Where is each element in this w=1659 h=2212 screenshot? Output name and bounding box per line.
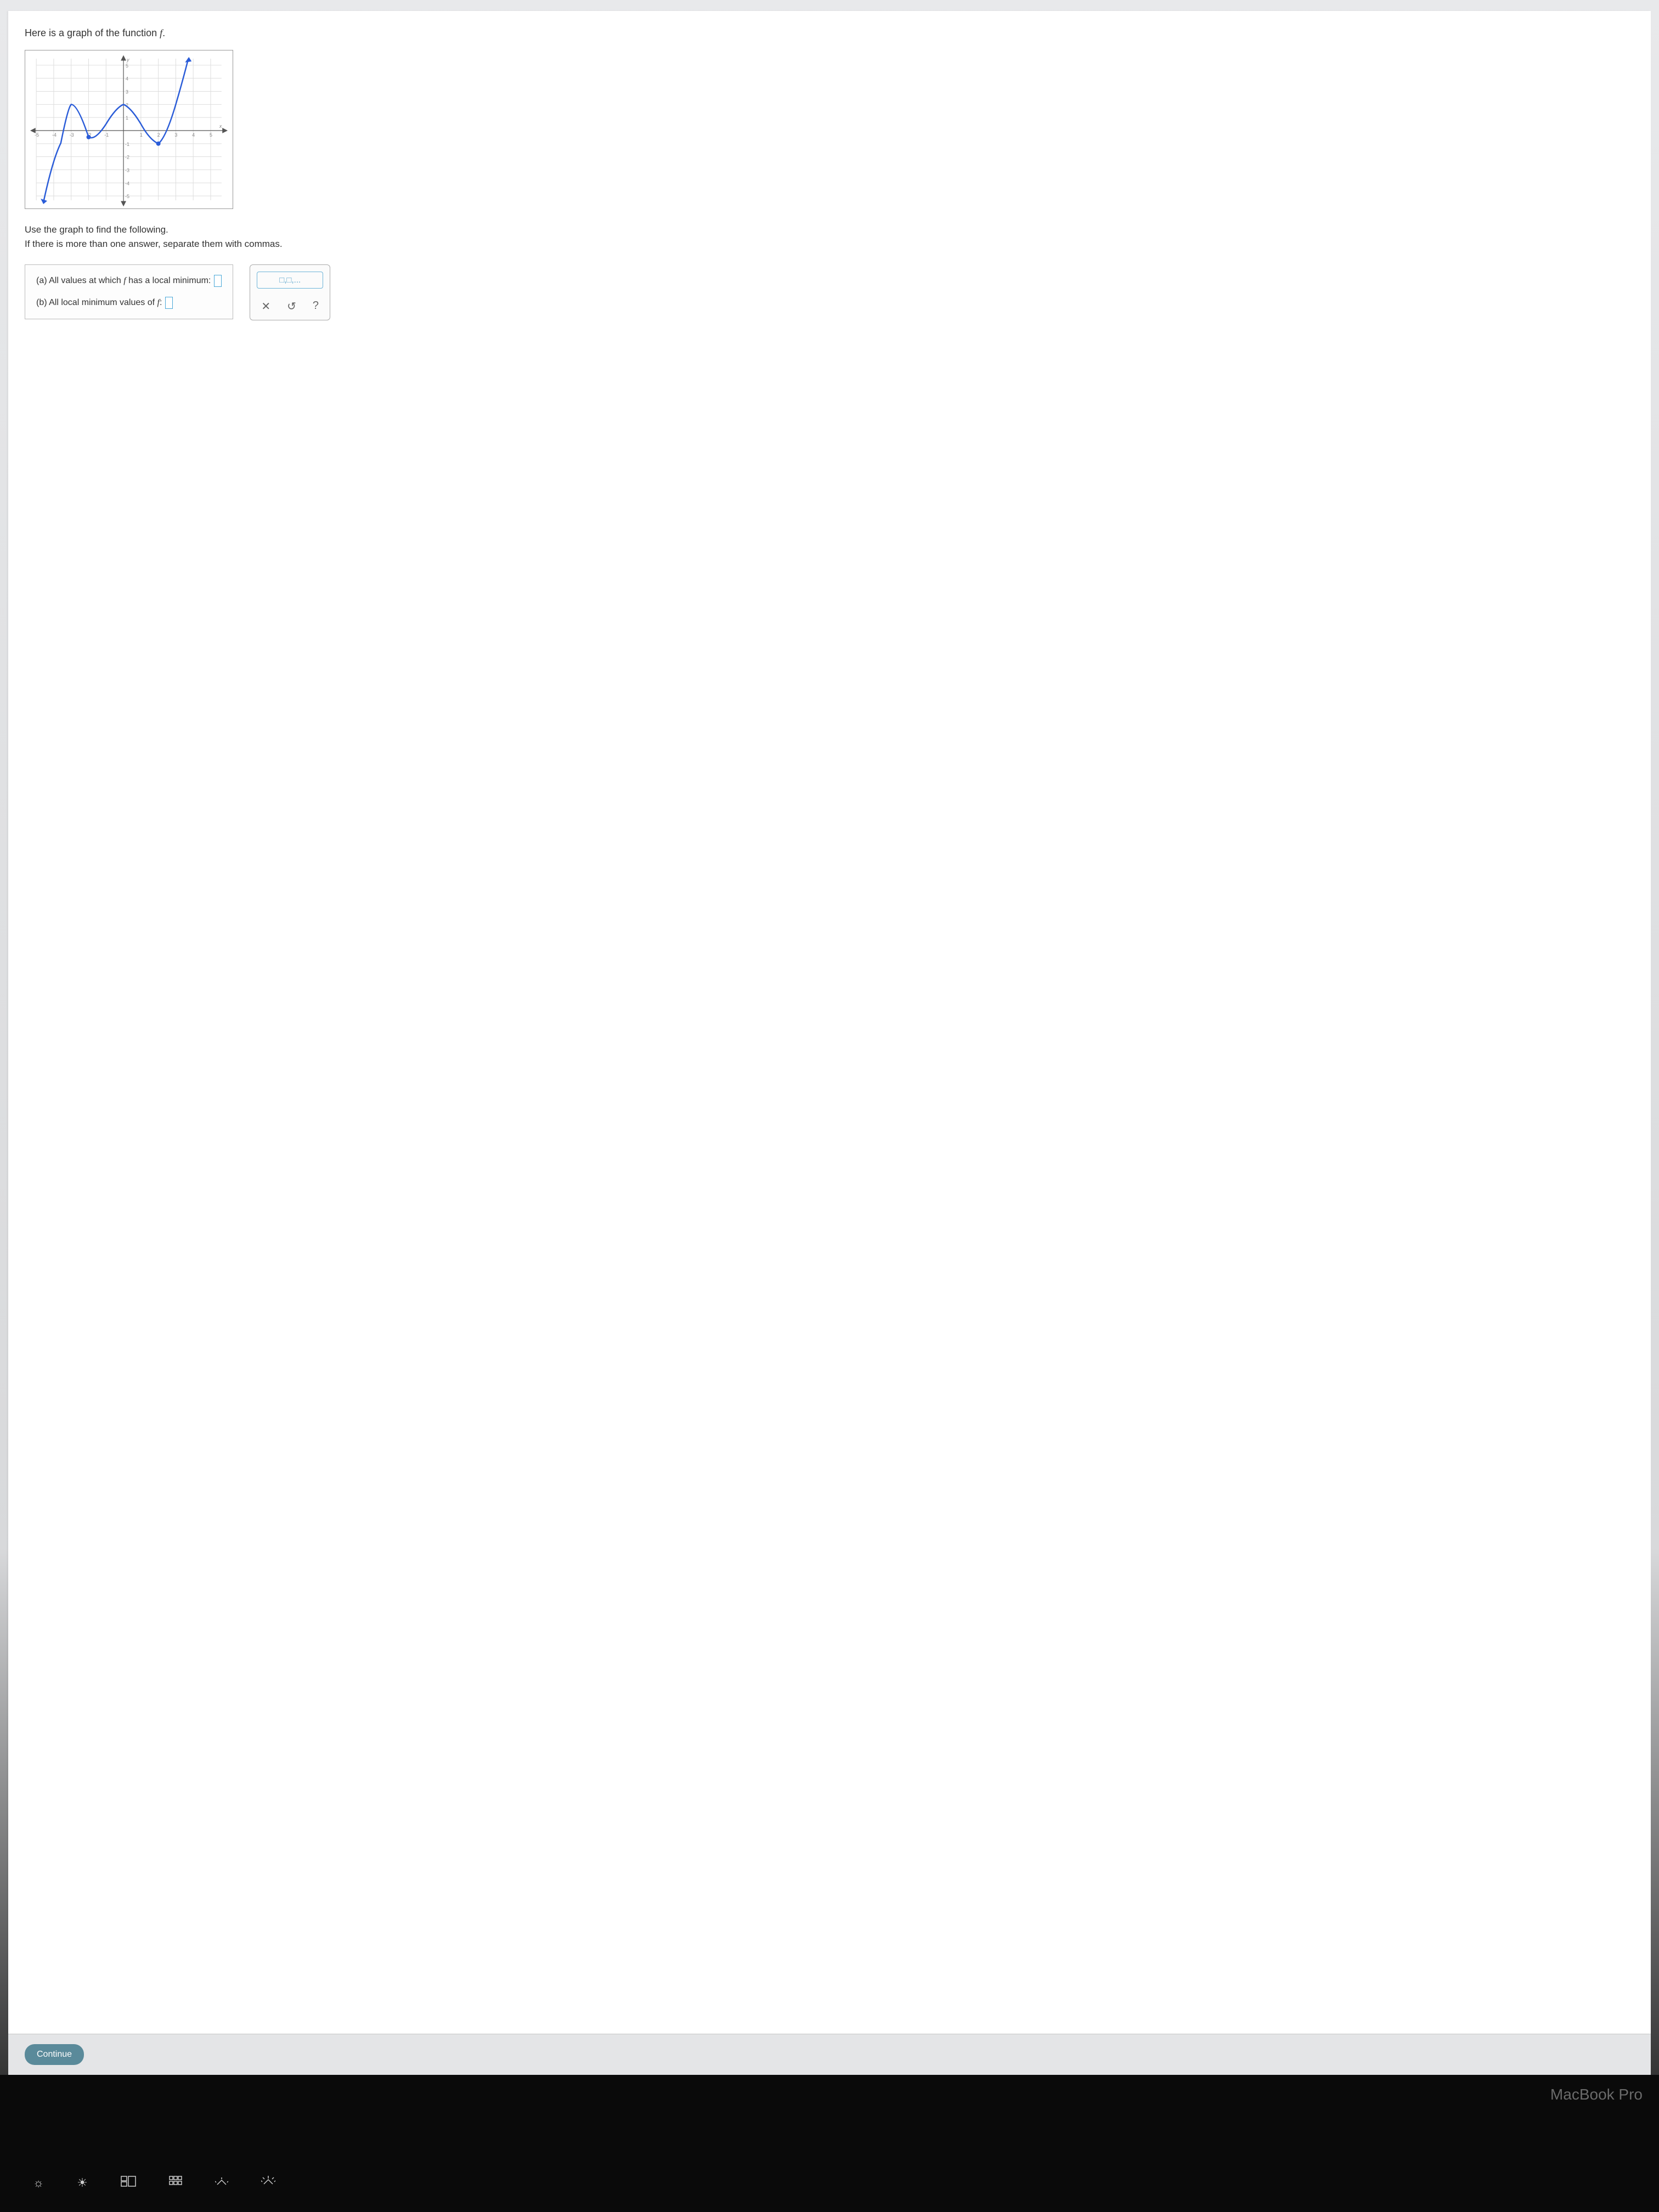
svg-text:-1: -1 [125, 142, 129, 147]
help-button[interactable]: ? [313, 300, 319, 313]
keyboard-dim-icon[interactable] [215, 2176, 228, 2190]
answer-b-input[interactable] [165, 297, 173, 309]
tool-panel: □,□,... ✕ ↺ ? [250, 264, 330, 320]
instructions: Use the graph to find the following. If … [25, 223, 1634, 251]
question-a: (a) All values at which f has a local mi… [36, 275, 222, 287]
svg-text:-2: -2 [125, 155, 129, 160]
continue-button[interactable]: Continue [25, 2044, 84, 2065]
answer-row: (a) All values at which f has a local mi… [25, 264, 1634, 320]
svg-text:-1: -1 [104, 132, 109, 138]
svg-text:1: 1 [140, 132, 143, 138]
tool-buttons: ✕ ↺ ? [257, 300, 323, 313]
answer-a-input[interactable] [214, 275, 222, 287]
svg-text:-3: -3 [70, 132, 74, 138]
svg-text:-3: -3 [125, 167, 129, 173]
prompt-suffix: . [162, 27, 165, 38]
svg-text:2: 2 [157, 132, 160, 138]
problem-content: Here is a graph of the function f. [8, 11, 1651, 2034]
svg-text:-4: -4 [52, 132, 57, 138]
list-format-button[interactable]: □,□,... [257, 272, 323, 289]
macbook-label: MacBook Pro [1550, 2086, 1643, 2103]
answer-box: (a) All values at which f has a local mi… [25, 264, 233, 319]
instructions-line-2: If there is more than one answer, separa… [25, 237, 1634, 251]
svg-text:1: 1 [126, 115, 128, 121]
launchpad-icon[interactable] [169, 2176, 182, 2190]
qa-suffix: has a local minimum: [126, 276, 211, 285]
qa-prefix: (a) All values at which [36, 276, 123, 285]
brightness-down-icon[interactable]: ☼ [33, 2176, 44, 2190]
svg-text:-5: -5 [125, 194, 129, 199]
laptop-bezel: MacBook Pro ☼ ☀ [0, 2075, 1659, 2212]
footer-bar: Continue [8, 2034, 1651, 2075]
touchbar: ☼ ☀ [0, 2176, 1659, 2190]
instructions-line-1: Use the graph to find the following. [25, 223, 1634, 237]
prompt-text: Here is a graph of the function f. [25, 27, 1634, 39]
svg-text:3: 3 [126, 89, 128, 94]
qb-suffix: : [160, 298, 162, 307]
svg-text:4: 4 [192, 132, 195, 138]
graph-svg: -5-4-3 -2-1 123 45 543 21 -1-2-3 -4-5 y … [25, 50, 233, 208]
keyboard-bright-icon[interactable] [261, 2176, 275, 2190]
svg-text:x: x [219, 123, 222, 129]
brightness-up-icon[interactable]: ☀ [77, 2176, 88, 2190]
prompt-prefix: Here is a graph of the function [25, 27, 160, 38]
svg-text:-4: -4 [125, 180, 129, 186]
svg-text:4: 4 [126, 76, 128, 82]
svg-text:5: 5 [126, 63, 128, 69]
svg-text:-5: -5 [35, 132, 39, 138]
clear-button[interactable]: ✕ [261, 300, 270, 313]
function-graph: -5-4-3 -2-1 123 45 543 21 -1-2-3 -4-5 y … [25, 50, 233, 209]
svg-text:y: y [126, 57, 129, 63]
mission-control-icon[interactable] [121, 2176, 136, 2190]
reset-button[interactable]: ↺ [287, 300, 296, 313]
svg-text:5: 5 [210, 132, 212, 138]
question-b: (b) All local minimum values of f: [36, 297, 222, 309]
svg-text:3: 3 [174, 132, 177, 138]
qb-prefix: (b) All local minimum values of [36, 298, 157, 307]
